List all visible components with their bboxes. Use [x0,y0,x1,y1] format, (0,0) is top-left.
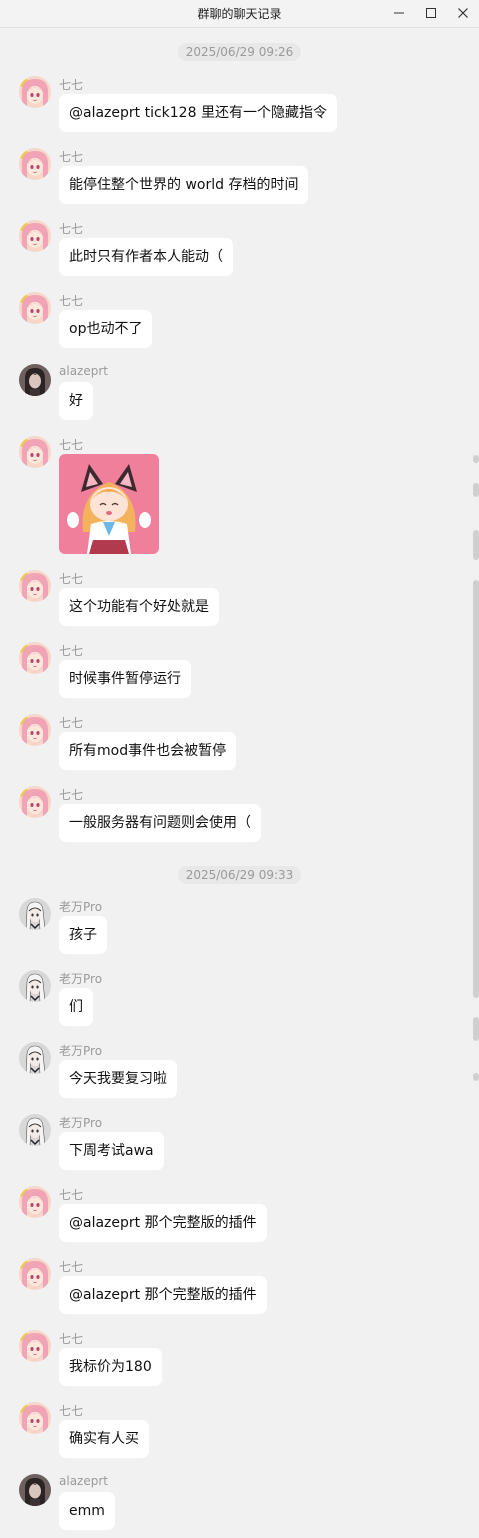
avatar[interactable] [19,570,51,602]
sender-name: 七七 [59,1404,84,1418]
message-bubble[interactable]: 好 [59,382,93,420]
message-bubble[interactable]: @alazeprt 那个完整版的插件 [59,1276,267,1314]
scrollbar-segment[interactable] [473,530,479,560]
sender-name: 老万Pro [59,1044,103,1058]
avatar[interactable] [19,714,51,746]
close-icon [458,8,468,18]
timestamp-divider: 2025/06/29 09:33 [0,864,479,884]
avatar[interactable] [19,1186,51,1218]
message-bubble[interactable]: emm [59,1492,115,1530]
sender-name: 七七 [59,1332,84,1346]
sender-name: 七七 [59,438,84,452]
timestamp: 2025/06/29 09:33 [177,866,302,884]
sender-name: alazeprt [59,1474,108,1488]
avatar[interactable] [19,1258,51,1290]
title-bar: 群聊的聊天记录 [0,0,479,28]
scrollbar-segment[interactable] [473,483,479,497]
avatar[interactable] [19,1330,51,1362]
sender-name: 七七 [59,1188,84,1202]
message-bubble[interactable]: 一般服务器有问题则会使用（ [59,804,261,842]
message-bubble[interactable]: @alazeprt tick128 里还有一个隐藏指令 [59,94,337,132]
avatar[interactable] [19,898,51,930]
message-bubble[interactable]: 时候事件暂停运行 [59,660,191,698]
message-bubble[interactable]: 所有mod事件也会被暂停 [59,732,237,770]
avatar[interactable] [19,1114,51,1146]
avatar[interactable] [19,786,51,818]
avatar[interactable] [19,292,51,324]
maximize-button[interactable] [415,0,447,27]
message-bubble[interactable]: 能停住整个世界的 world 存档的时间 [59,166,309,204]
message-bubble[interactable]: 这个功能有个好处就是 [59,588,219,626]
sender-name: 七七 [59,1260,84,1274]
scrollbar-segment[interactable] [473,1017,479,1041]
avatar[interactable] [19,76,51,108]
avatar[interactable] [19,148,51,180]
scrollbar-segment[interactable] [473,455,479,463]
avatar[interactable] [19,1474,51,1506]
message-bubble[interactable]: @alazeprt 那个完整版的插件 [59,1204,267,1242]
avatar[interactable] [19,364,51,396]
minimize-button[interactable] [383,0,415,27]
sender-name: 七七 [59,572,84,586]
scrollbar-segment[interactable] [473,1073,479,1081]
sender-name: 七七 [59,222,84,236]
message-bubble[interactable]: 下周考试awa [59,1132,164,1170]
sender-name: 七七 [59,150,84,164]
sender-name: 老万Pro [59,900,103,914]
message-bubble[interactable]: 我标价为180 [59,1348,162,1386]
timestamp: 2025/06/29 09:26 [177,43,302,61]
message-bubble[interactable]: 孩子 [59,916,107,954]
message-bubble[interactable]: 确实有人买 [59,1420,149,1458]
maximize-icon [426,8,436,18]
anime-girl-sticker[interactable] [59,454,159,554]
scrollbar[interactable] [470,455,479,1538]
sender-name: 老万Pro [59,972,103,986]
sender-name: 七七 [59,788,84,802]
avatar[interactable] [19,970,51,1002]
minimize-icon [394,12,404,14]
sender-name: alazeprt [59,364,108,378]
sender-name: 老万Pro [59,1116,103,1130]
sender-name: 七七 [59,294,84,308]
avatar[interactable] [19,220,51,252]
avatar[interactable] [19,1042,51,1074]
scrollbar-thumb[interactable] [473,580,479,998]
message-bubble[interactable]: op也动不了 [59,310,153,348]
sender-name: 七七 [59,716,84,730]
timestamp-divider: 2025/06/29 09:26 [0,41,479,61]
sender-name: 七七 [59,78,84,92]
sender-name: 七七 [59,644,84,658]
close-button[interactable] [447,0,479,27]
message-bubble[interactable]: 此时只有作者本人能动（ [59,238,233,276]
message-bubble[interactable]: 今天我要复习啦 [59,1060,177,1098]
message-bubble[interactable]: 们 [59,988,93,1026]
avatar[interactable] [19,436,51,468]
avatar[interactable] [19,1402,51,1434]
avatar[interactable] [19,642,51,674]
